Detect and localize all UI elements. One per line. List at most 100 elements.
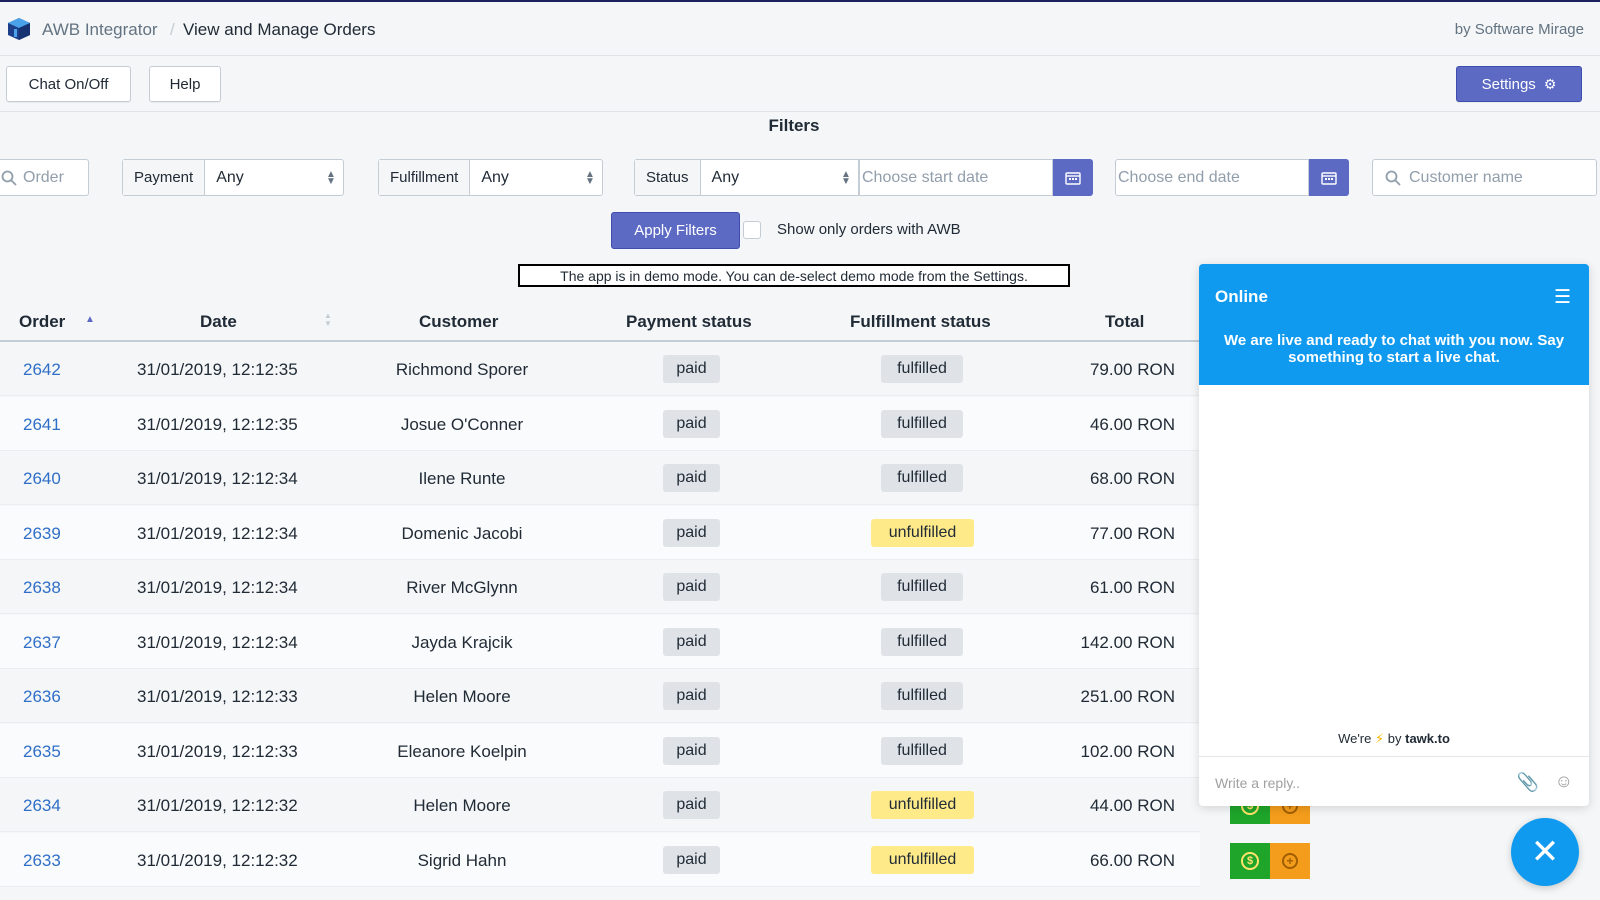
fulfillment-status-badge: unfulfilled: [871, 791, 974, 819]
order-link[interactable]: 2641: [23, 415, 61, 435]
end-date-field[interactable]: Choose end date: [1115, 159, 1309, 196]
help-button[interactable]: Help: [149, 66, 221, 102]
order-link[interactable]: 2637: [23, 633, 61, 653]
status-filter-label: Status: [635, 160, 701, 195]
plus-circle-icon: +: [1282, 852, 1298, 869]
payment-status-badge: paid: [663, 627, 720, 656]
order-link[interactable]: 2636: [23, 687, 61, 707]
start-date-calendar-button[interactable]: [1053, 159, 1093, 196]
chat-reply-area: Write a reply.. 📎 ☺: [1199, 756, 1589, 806]
order-link[interactable]: 2634: [23, 796, 61, 816]
customer-name: Richmond Sporer: [395, 360, 529, 379]
column-header-customer: Customer: [419, 312, 499, 331]
order-link[interactable]: 2635: [23, 742, 61, 762]
settings-button[interactable]: Settings ⚙: [1456, 66, 1582, 102]
table-row: 2633 31/01/2019, 12:12:32 Sigrid Hahn paid u…: [0, 832, 1310, 887]
end-date-input[interactable]: Choose end date: [1116, 169, 1240, 187]
start-date-input[interactable]: Choose start date: [860, 169, 988, 187]
payment-status-badge: paid: [663, 845, 720, 874]
emoji-icon[interactable]: ☺: [1555, 771, 1573, 792]
start-date-field[interactable]: Choose start date: [859, 159, 1053, 196]
column-header-order[interactable]: Order: [19, 312, 65, 332]
customer-name: Domenic Jacobi: [401, 523, 523, 543]
attachment-icon[interactable]: 📎: [1517, 772, 1539, 793]
payment-action-button[interactable]: $: [1230, 842, 1270, 879]
fulfillment-status-badge: fulfilled: [881, 736, 963, 765]
awb-only-checkbox[interactable]: [743, 221, 761, 239]
order-date: 31/01/2019, 12:12:32: [137, 796, 298, 815]
customer-name: Eleanore Koelpin: [397, 741, 527, 761]
chat-powered-by[interactable]: We're ⚡ by tawk.to: [1199, 731, 1589, 747]
order-date: 31/01/2019, 12:12:34: [137, 578, 298, 597]
customer-search-field[interactable]: Customer name: [1372, 159, 1597, 196]
fulfillment-status-badge: fulfilled: [881, 464, 963, 492]
chat-toggle-button[interactable]: Chat On/Off: [6, 66, 131, 102]
end-date-calendar-button[interactable]: [1309, 159, 1349, 196]
table-row: 2638 31/01/2019, 12:12:34 River McGlynn pai…: [0, 560, 1200, 614]
table-row: 2634 31/01/2019, 12:12:32 Helen Moore paid u…: [0, 778, 1310, 832]
status-filter[interactable]: Status Any ▲ ▼: [634, 159, 859, 196]
close-icon[interactable]: ✕: [1511, 818, 1579, 886]
column-header-fulfillment-status: Fulfillment status: [850, 312, 991, 331]
hamburger-menu-icon[interactable]: ☰: [1554, 286, 1571, 309]
payment-status-badge: paid: [663, 573, 720, 601]
chat-welcome-message: We are live and ready to chat with you n…: [1223, 332, 1565, 366]
powered-prefix: We're: [1338, 731, 1372, 746]
payment-status-badge: paid: [663, 736, 720, 765]
order-search-field[interactable]: Order: [0, 159, 89, 196]
payment-status-badge: paid: [663, 409, 720, 438]
payment-filter-select[interactable]: Any: [205, 169, 319, 187]
order-search-input[interactable]: Order: [23, 169, 64, 187]
order-total: 46.00 RON: [1089, 414, 1175, 434]
customer-search-input[interactable]: Customer name: [1409, 169, 1523, 187]
payment-status-badge: paid: [663, 518, 720, 547]
status-filter-select[interactable]: Any: [701, 169, 834, 187]
customer-name: Helen Moore: [413, 796, 511, 815]
column-header-payment-status: Payment status: [626, 312, 752, 331]
payment-filter-label: Payment: [123, 160, 206, 195]
search-icon: [1, 170, 17, 186]
app-name-link[interactable]: AWB Integrator: [42, 20, 158, 40]
fulfillment-filter[interactable]: Fulfillment Any ▲ ▼: [378, 159, 603, 196]
order-link[interactable]: 2639: [23, 524, 61, 544]
calendar-icon: [1321, 171, 1337, 185]
order-link[interactable]: 2640: [23, 469, 61, 489]
order-link[interactable]: 2633: [23, 851, 61, 871]
order-date: 31/01/2019, 12:12:34: [137, 469, 298, 488]
powered-brand: tawk.to: [1405, 731, 1450, 746]
table-row: 2640 31/01/2019, 12:12:34 Ilene Runte paid f…: [0, 451, 1200, 505]
sort-ascending-icon[interactable]: ▲: [85, 314, 95, 325]
page-title: View and Manage Orders: [183, 20, 376, 39]
order-date: 31/01/2019, 12:12:34: [137, 632, 298, 652]
customer-name: Jayda Krajcik: [411, 632, 513, 652]
chat-reply-input[interactable]: Write a reply..: [1215, 775, 1300, 791]
gear-icon: ⚙: [1543, 75, 1557, 92]
order-total: 61.00 RON: [1089, 578, 1175, 597]
order-total: 68.00 RON: [1089, 469, 1175, 488]
order-link[interactable]: 2638: [23, 578, 61, 598]
customer-name: Helen Moore: [413, 687, 511, 706]
table-row: 2641 31/01/2019, 12:12:35 Josue O'Conner pa…: [0, 396, 1200, 451]
customer-name: River McGlynn: [406, 578, 518, 597]
filters-title: Filters: [768, 116, 820, 135]
payment-filter[interactable]: Payment Any ▲ ▼: [122, 159, 344, 196]
lightning-icon: ⚡: [1375, 731, 1385, 746]
column-header-date[interactable]: Date: [200, 312, 237, 332]
powered-suffix: by: [1387, 731, 1402, 746]
customer-name: Sigrid Hahn: [417, 850, 507, 870]
sort-neutral-icon[interactable]: ▲ ▼: [324, 312, 332, 328]
awb-only-label[interactable]: Show only orders with AWB: [777, 221, 961, 238]
table-header: Order ▲ Date ▲ ▼ Customer Payment status …: [0, 300, 1200, 342]
order-link[interactable]: 2642: [23, 360, 61, 380]
breadcrumb-separator: /: [170, 20, 175, 39]
generate-awb-button[interactable]: +: [1270, 842, 1310, 879]
table-row: 2635 31/01/2019, 12:12:33 Eleanore Koelpin…: [0, 723, 1200, 778]
apply-filters-button[interactable]: Apply Filters: [611, 212, 740, 249]
table-row: 2637 31/01/2019, 12:12:34 Jayda Krajcik pai…: [0, 614, 1200, 669]
cube-logo-icon: [8, 18, 30, 40]
select-arrows-icon: ▲ ▼: [841, 168, 851, 187]
fulfillment-filter-select[interactable]: Any: [470, 169, 578, 187]
chat-status: Online: [1215, 287, 1268, 306]
customer-name: Josue O'Conner: [400, 414, 524, 434]
fulfillment-filter-label: Fulfillment: [379, 160, 471, 195]
